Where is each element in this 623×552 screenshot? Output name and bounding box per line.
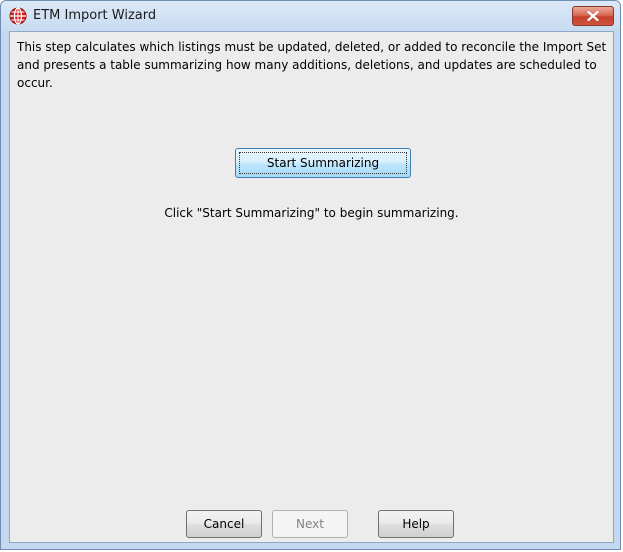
wizard-content-panel: This step calculates which listings must… bbox=[9, 31, 614, 543]
status-message: Click "Start Summarizing" to begin summa… bbox=[164, 206, 459, 220]
wizard-window: ETM Import Wizard This step calculates w… bbox=[0, 0, 621, 550]
title-bar[interactable]: ETM Import Wizard bbox=[1, 1, 620, 31]
window-title: ETM Import Wizard bbox=[33, 8, 157, 23]
cancel-button[interactable]: Cancel bbox=[186, 510, 262, 538]
close-icon bbox=[587, 11, 599, 21]
start-summarizing-button[interactable]: Start Summarizing bbox=[235, 148, 411, 178]
next-button[interactable]: Next bbox=[272, 510, 348, 538]
help-button[interactable]: Help bbox=[378, 510, 454, 538]
start-summarizing-label: Start Summarizing bbox=[266, 156, 380, 170]
step-description: This step calculates which listings must… bbox=[17, 40, 607, 90]
globe-icon bbox=[9, 7, 27, 25]
close-button[interactable] bbox=[572, 6, 614, 26]
